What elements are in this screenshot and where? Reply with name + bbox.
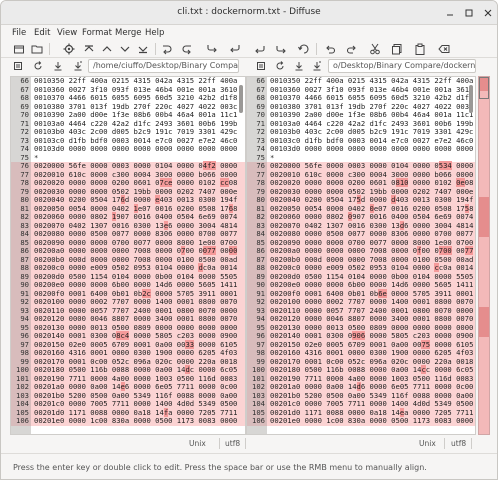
next-difference-icon[interactable] (119, 43, 131, 55)
undo-icon[interactable] (324, 43, 336, 55)
title-bar[interactable]: cli.txt : dockernorm.txt - Diffuse (1, 1, 497, 25)
overview-diff-band (479, 197, 489, 237)
merge-from-right-icon[interactable] (181, 43, 193, 55)
overview-viewport[interactable] (479, 77, 489, 99)
new-tab-icon[interactable] (13, 43, 25, 55)
left-scrollbar[interactable] (239, 77, 243, 434)
merge-left-into-center-icon[interactable] (254, 43, 266, 55)
status-separator (471, 438, 472, 449)
menu-format[interactable]: Format (82, 28, 112, 38)
line-text: 00103d0 0000 0000 0000 0000 0000 0000 00… (270, 144, 474, 153)
left-scrollbar-thumb[interactable] (239, 85, 243, 113)
left-text-pane[interactable]: 66 0010350 22ff 400a 0215 4315 042a 4315 … (10, 76, 246, 435)
diffuse-window: cli.txt : dockernorm.txt - Diffuse File … (0, 0, 498, 480)
save-icon[interactable] (53, 61, 63, 71)
reload-icon[interactable] (275, 61, 285, 71)
left-file-path-field[interactable]: /home/ciuffo/Desktop/Binary Compare/cli.… (88, 59, 239, 73)
save-as-icon[interactable] (312, 61, 322, 71)
right-line-list: 66 0010350 22ff 400a 0215 4315 042a 4315 … (247, 77, 475, 426)
left-path-bar: /home/ciuffo/Desktop/Binary Compare/cli.… (1, 58, 246, 75)
left-pane-status: Unix utf8 (181, 438, 246, 450)
merge-left-to-right-icon[interactable] (206, 43, 218, 55)
redo-icon[interactable] (346, 43, 358, 55)
text-line[interactable]: 106 00201e0 0000 1c00 830a 0000 0500 1173… (247, 416, 475, 426)
realign-icon[interactable] (63, 43, 75, 55)
text-line[interactable]: 106 00201e0 0000 1c00 830a 0000 0500 1173… (11, 416, 245, 426)
line-number: 106 (11, 416, 31, 426)
reload-icon[interactable] (33, 61, 43, 71)
open-icon[interactable] (31, 43, 43, 55)
status-separator (444, 438, 445, 449)
line-text: 00201e0 0000 1c00 830a 0000 0500 1173 00… (270, 416, 474, 425)
menu-edit[interactable]: Edit (34, 28, 50, 38)
copy-icon[interactable] (391, 43, 403, 55)
right-scrollbar-thumb[interactable] (469, 85, 473, 113)
status-bar: Press the enter key or double click to e… (1, 453, 497, 479)
right-text-pane[interactable]: 66 0010350 22ff 400a 0215 4315 042a 4315 … (246, 76, 476, 435)
menu-view[interactable]: View (57, 28, 77, 38)
paste-icon[interactable] (414, 43, 426, 55)
open-file-icon[interactable] (256, 61, 266, 71)
minimize-icon[interactable] (445, 8, 455, 18)
text-line[interactable]: 74 00103d0 0000 0000 0000 0000 0000 0000 … (247, 144, 475, 154)
menu-help[interactable]: Help (145, 28, 164, 38)
right-charset: utf8 (451, 439, 467, 448)
left-line-ending: Unix (189, 439, 206, 448)
previous-difference-icon[interactable] (101, 43, 113, 55)
merge-right-into-center-icon[interactable] (275, 43, 287, 55)
status-message: Press the enter key or double click to e… (13, 463, 427, 472)
right-path-bar: o/Desktop/Binary Compare/dockernorm.txt (248, 58, 478, 75)
right-scrollbar[interactable] (469, 77, 473, 434)
cut-icon[interactable] (369, 43, 381, 55)
line-number: 106 (247, 416, 267, 426)
right-file-path-field[interactable]: o/Desktop/Binary Compare/dockernorm.txt (328, 59, 476, 73)
status-separator (219, 438, 220, 449)
open-file-icon[interactable] (13, 61, 23, 71)
text-line[interactable]: 74 00103d0 0000 0000 0000 0000 0000 0000 … (11, 144, 245, 154)
line-text: 00201e0 0000 1c00 830a 0000 0500 1173 00… (34, 416, 238, 425)
close-icon[interactable] (483, 8, 493, 18)
right-line-ending: Unix (419, 439, 436, 448)
overview-diff-band (479, 307, 489, 337)
left-line-list: 66 0010350 22ff 400a 0215 4315 042a 4315 … (11, 77, 245, 426)
left-charset: utf8 (225, 439, 241, 448)
line-text: 00103d0 0000 0000 0000 0000 0000 0000 00… (34, 144, 238, 153)
status-separator (245, 438, 246, 449)
merge-from-left-icon[interactable] (161, 43, 173, 55)
toolbar-separator (316, 43, 317, 55)
window-title: cli.txt : dockernorm.txt - Diffuse (177, 7, 321, 17)
merge-right-to-left-icon[interactable] (229, 43, 241, 55)
toolbar-separator (155, 43, 156, 55)
toolbar-separator (49, 43, 50, 55)
menu-merge[interactable]: Merge (115, 28, 142, 38)
clear-edits-icon[interactable] (438, 43, 450, 55)
clear-merge-icon[interactable] (298, 43, 310, 55)
maximize-icon[interactable] (464, 8, 474, 18)
save-as-icon[interactable] (73, 61, 83, 71)
menu-bar: File Edit View Format Merge Help (1, 25, 497, 41)
save-icon[interactable] (294, 61, 304, 71)
menu-file[interactable]: File (12, 28, 26, 38)
toolbar (1, 41, 497, 58)
difference-overview-map[interactable] (478, 76, 490, 435)
last-difference-icon[interactable] (137, 43, 149, 55)
first-difference-icon[interactable] (83, 43, 95, 55)
